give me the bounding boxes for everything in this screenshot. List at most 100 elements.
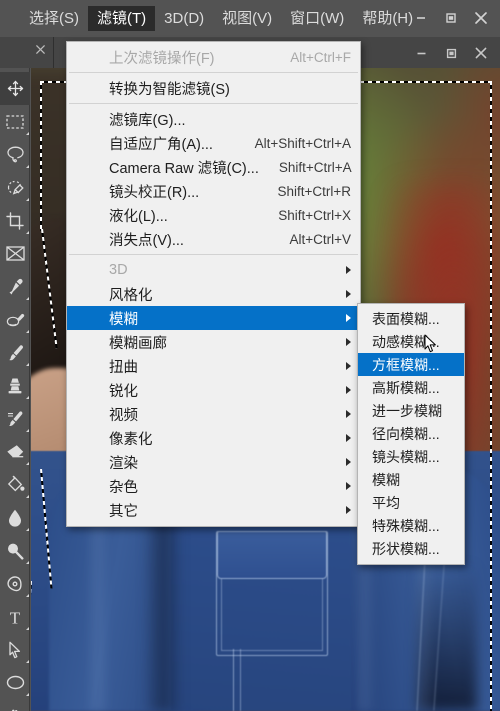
submenu-item-average[interactable]: 平均 — [358, 491, 464, 514]
submenu-item-smart-blur[interactable]: 特殊模糊... — [358, 514, 464, 537]
menu-item-vanishing-point[interactable]: 消失点(V)... Alt+Ctrl+V — [67, 227, 360, 251]
menu-item-shortcut: Alt+Ctrl+V — [289, 231, 351, 247]
menu-item-adaptive-wide-angle[interactable]: 自适应广角(A)... Alt+Shift+Ctrl+A — [67, 131, 360, 155]
menu-item-stylize[interactable]: 风格化 — [67, 282, 360, 306]
submenu-item-motion-blur[interactable]: 动感模糊... — [358, 330, 464, 353]
rectangular-marquee-tool[interactable] — [0, 105, 30, 138]
tool-group-indicator — [25, 561, 29, 564]
quick-selection-tool[interactable] — [0, 171, 30, 204]
tool-group-indicator — [25, 330, 29, 333]
photoshop-window: T Ps — [0, 0, 500, 711]
menu-filter[interactable]: 滤镜(T) — [88, 6, 156, 31]
menu-item-label: 镜头校正(R)... — [109, 184, 200, 201]
menu-item-label: 3D — [109, 262, 128, 278]
submenu-item-box-blur[interactable]: 方框模糊... — [358, 353, 464, 376]
healing-brush-tool[interactable] — [0, 303, 30, 336]
eraser-tool[interactable] — [0, 435, 30, 468]
minimize-icon[interactable] — [406, 6, 436, 30]
menu-item-shortcut: Shift+Ctrl+A — [278, 159, 352, 175]
tool-group-indicator — [25, 429, 29, 432]
menu-item-camera-raw-filter[interactable]: Camera Raw 滤镜(C)... Shift+Ctrl+A — [67, 155, 360, 179]
blur-submenu[interactable]: 表面模糊... 动感模糊... 方框模糊... 高斯模糊... 进一步模糊 径向… — [357, 303, 465, 565]
window-controls[interactable] — [406, 6, 496, 30]
tool-group-indicator — [25, 594, 29, 597]
submenu-item-surface-blur[interactable]: 表面模糊... — [358, 307, 464, 330]
menu-3d[interactable]: 3D(D) — [155, 6, 213, 31]
tab-divider — [53, 37, 54, 68]
panel-window-controls[interactable] — [406, 41, 496, 65]
menu-item-label: 上次滤镜操作(F) — [109, 50, 215, 67]
eyedropper-tool[interactable] — [0, 270, 30, 303]
menu-item-sharpen[interactable]: 锐化 — [67, 378, 360, 402]
ellipse-tool[interactable] — [0, 666, 30, 699]
menu-item-blur-gallery[interactable]: 模糊画廊 — [67, 330, 360, 354]
chevron-right-icon — [346, 338, 351, 346]
menu-item-3d[interactable]: 3D — [67, 258, 360, 282]
svg-text:T: T — [10, 608, 21, 626]
menu-item-video[interactable]: 视频 — [67, 402, 360, 426]
gradient-tool[interactable] — [0, 468, 30, 501]
tool-group-indicator — [25, 495, 29, 498]
close-icon[interactable] — [32, 41, 48, 57]
menu-item-liquify[interactable]: 液化(L)... Shift+Ctrl+X — [67, 203, 360, 227]
dodge-tool[interactable] — [0, 534, 30, 567]
chevron-right-icon — [346, 506, 351, 514]
menu-window[interactable]: 窗口(W) — [281, 6, 353, 31]
path-selection-tool[interactable] — [0, 633, 30, 666]
menu-item-blur[interactable]: 模糊 — [67, 306, 360, 330]
tool-group-indicator — [25, 660, 29, 663]
tool-group-indicator — [25, 231, 29, 234]
menu-item-label: 扭曲 — [109, 359, 138, 376]
move-tool[interactable] — [0, 72, 30, 105]
menu-item-label: 风格化 — [109, 287, 153, 304]
menu-item-label: 模糊画廊 — [109, 335, 167, 352]
menu-select[interactable]: 选择(S) — [20, 6, 88, 31]
tools-panel[interactable]: T — [0, 68, 30, 711]
tool-group-indicator — [25, 165, 29, 168]
type-tool[interactable]: T — [0, 600, 30, 633]
menu-item-other[interactable]: 其它 — [67, 498, 360, 522]
menu-items[interactable]: 选择(S) 滤镜(T) 3D(D) 视图(V) 窗口(W) 帮助(H) — [0, 6, 422, 31]
pen-tool[interactable] — [0, 567, 30, 600]
menu-item-lens-correction[interactable]: 镜头校正(R)... Shift+Ctrl+R — [67, 179, 360, 203]
menu-item-label: 消失点(V)... — [109, 232, 184, 249]
menu-item-convert-smart-filter[interactable]: 转换为智能滤镜(S) — [67, 76, 360, 100]
minimize-icon[interactable] — [406, 41, 436, 65]
menu-item-render[interactable]: 渲染 — [67, 450, 360, 474]
history-brush-tool[interactable] — [0, 402, 30, 435]
menu-item-shortcut: Alt+Ctrl+F — [290, 49, 351, 65]
menu-view[interactable]: 视图(V) — [213, 6, 281, 31]
maximize-icon[interactable] — [436, 41, 466, 65]
chevron-right-icon — [346, 458, 351, 466]
submenu-item-radial-blur[interactable]: 径向模糊... — [358, 422, 464, 445]
main-menu-bar[interactable]: 选择(S) 滤镜(T) 3D(D) 视图(V) 窗口(W) 帮助(H) — [0, 0, 500, 37]
menu-item-pixelate[interactable]: 像素化 — [67, 426, 360, 450]
filter-dropdown-menu[interactable]: 上次滤镜操作(F) Alt+Ctrl+F 转换为智能滤镜(S) 滤镜库(G)..… — [66, 41, 361, 527]
submenu-item-gaussian-blur[interactable]: 高斯模糊... — [358, 376, 464, 399]
blur-tool[interactable] — [0, 501, 30, 534]
menu-item-noise[interactable]: 杂色 — [67, 474, 360, 498]
close-icon[interactable] — [466, 41, 496, 65]
brush-tool[interactable] — [0, 336, 30, 369]
menu-item-filter-gallery[interactable]: 滤镜库(G)... — [67, 107, 360, 131]
frame-tool[interactable] — [0, 237, 30, 270]
submenu-item-lens-blur[interactable]: 镜头模糊... — [358, 445, 464, 468]
crop-tool[interactable] — [0, 204, 30, 237]
submenu-item-blur-more[interactable]: 进一步模糊 — [358, 399, 464, 422]
menu-item-distort[interactable]: 扭曲 — [67, 354, 360, 378]
submenu-item-shape-blur[interactable]: 形状模糊... — [358, 537, 464, 560]
chevron-right-icon — [346, 410, 351, 418]
maximize-icon[interactable] — [436, 6, 466, 30]
close-icon[interactable] — [466, 6, 496, 30]
menu-item-label: 视频 — [109, 407, 138, 424]
submenu-item-blur[interactable]: 模糊 — [358, 468, 464, 491]
chevron-right-icon — [346, 290, 351, 298]
menu-item-last-filter[interactable]: 上次滤镜操作(F) Alt+Ctrl+F — [67, 45, 360, 69]
clone-stamp-tool[interactable] — [0, 369, 30, 402]
tool-group-indicator — [25, 297, 29, 300]
hand-tool[interactable] — [0, 699, 30, 711]
menu-item-label: 渲染 — [109, 455, 138, 472]
tool-group-indicator — [25, 363, 29, 366]
tool-group-indicator — [25, 627, 29, 630]
lasso-tool[interactable] — [0, 138, 30, 171]
